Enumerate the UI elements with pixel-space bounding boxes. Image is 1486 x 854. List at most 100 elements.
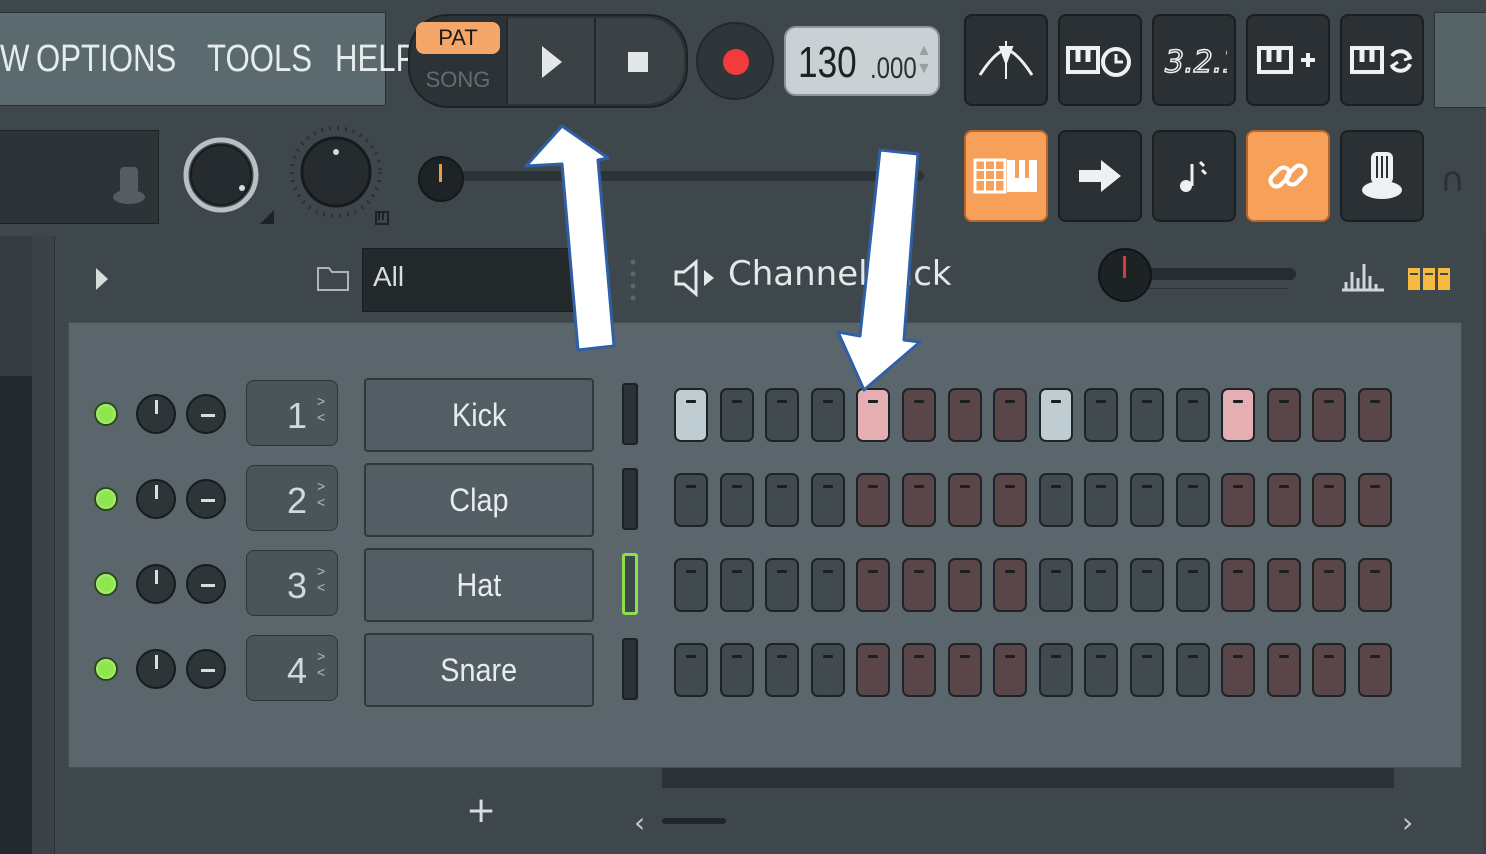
step-button[interactable] (1358, 388, 1392, 442)
step-button[interactable] (1038, 558, 1073, 612)
horizontal-scrollbar-thumb[interactable] (662, 818, 726, 824)
scroll-left-icon[interactable]: ‹ (634, 806, 645, 839)
step-button[interactable] (993, 473, 1028, 527)
step-button[interactable] (1266, 558, 1301, 612)
channel-volume-knob[interactable] (136, 394, 176, 434)
mixer-button[interactable] (1340, 130, 1424, 222)
channel-volume-knob[interactable] (136, 479, 176, 519)
step-button[interactable] (1130, 643, 1164, 697)
step-button[interactable] (993, 558, 1028, 612)
speaker-icon[interactable] (672, 258, 718, 298)
step-button[interactable] (1175, 473, 1210, 527)
step-button[interactable] (1358, 473, 1392, 527)
master-volume-knob[interactable] (182, 136, 274, 224)
step-button[interactable] (1084, 473, 1119, 527)
loop-record-button[interactable] (1340, 14, 1424, 106)
step-button[interactable] (719, 388, 754, 442)
step-button[interactable] (674, 388, 708, 442)
channel-select-indicator[interactable] (622, 638, 638, 700)
step-button[interactable] (1312, 473, 1347, 527)
step-button[interactable] (856, 558, 891, 612)
channel-mute-led[interactable] (94, 657, 118, 681)
typing-keyboard-button[interactable] (964, 130, 1048, 222)
step-button[interactable] (947, 388, 982, 442)
channel-select-indicator[interactable] (622, 468, 638, 530)
rack-menu-arrow-icon[interactable] (96, 268, 108, 290)
menu-help[interactable]: HELP (335, 38, 416, 81)
channel-mixer-track[interactable]: 4 > < (246, 635, 338, 701)
step-button[interactable] (1175, 558, 1210, 612)
step-button[interactable] (765, 388, 800, 442)
channel-mixer-track[interactable]: 2 > < (246, 465, 338, 531)
step-button[interactable] (1084, 388, 1119, 442)
step-button[interactable] (1266, 643, 1301, 697)
step-button[interactable] (856, 388, 891, 442)
blend-notes-button[interactable] (1152, 130, 1236, 222)
menu-view[interactable]: W (0, 38, 29, 81)
song-mode-button[interactable]: SONG (416, 64, 500, 96)
step-button[interactable] (810, 388, 845, 442)
channel-mute-led[interactable] (94, 572, 118, 596)
step-button[interactable] (1038, 388, 1073, 442)
step-button[interactable] (765, 473, 800, 527)
channel-mute-led[interactable] (94, 402, 118, 426)
channel-volume-knob[interactable] (136, 649, 176, 689)
song-position-handle[interactable] (418, 156, 464, 202)
tempo-display[interactable]: 130 .000 ▲ ▼ (784, 26, 940, 96)
step-button[interactable] (810, 558, 845, 612)
channel-name-button[interactable]: Hat (364, 548, 594, 622)
channel-mixer-track[interactable]: 1 > < (246, 380, 338, 446)
step-button[interactable] (993, 643, 1028, 697)
link-button[interactable] (1246, 130, 1330, 222)
channel-select-indicator[interactable] (622, 383, 638, 445)
step-button[interactable] (810, 643, 845, 697)
scroll-right-icon[interactable]: › (1402, 806, 1413, 839)
step-button[interactable] (810, 473, 845, 527)
step-button[interactable] (947, 643, 982, 697)
countdown-button[interactable]: 3.2.1 (1152, 14, 1236, 106)
wait-for-input-button[interactable] (1058, 14, 1142, 106)
step-button[interactable] (1266, 388, 1301, 442)
play-button[interactable] (506, 18, 594, 104)
channel-name-button[interactable]: Clap (364, 463, 594, 537)
tempo-spin-icon[interactable]: ▲ ▼ (916, 42, 932, 78)
channel-volume-knob[interactable] (136, 564, 176, 604)
step-button[interactable] (719, 643, 754, 697)
step-sequencer-view-icon[interactable] (1408, 266, 1452, 292)
overdub-button[interactable] (1058, 130, 1142, 222)
record-button[interactable] (696, 22, 774, 100)
pattern-mode-button[interactable]: PAT (416, 22, 500, 54)
step-button[interactable] (902, 388, 936, 442)
step-button[interactable] (765, 558, 800, 612)
step-button[interactable] (1084, 558, 1119, 612)
step-button[interactable] (1084, 643, 1119, 697)
step-button[interactable] (719, 473, 754, 527)
drag-handle-icon[interactable] (630, 258, 636, 302)
step-button[interactable] (1221, 473, 1256, 527)
channel-name-button[interactable]: Kick (364, 378, 594, 452)
step-button[interactable] (1312, 388, 1347, 442)
magnet-icon[interactable]: ∩ (1440, 160, 1480, 200)
step-button[interactable] (674, 643, 708, 697)
step-button[interactable] (1266, 473, 1301, 527)
step-button[interactable] (856, 473, 891, 527)
step-button[interactable] (1221, 643, 1256, 697)
step-button[interactable] (674, 473, 708, 527)
song-position-track[interactable] (432, 171, 924, 181)
step-button[interactable] (902, 643, 936, 697)
channel-mixer-track[interactable]: 3 > < (246, 550, 338, 616)
step-button[interactable] (765, 643, 800, 697)
step-button[interactable] (1221, 388, 1256, 442)
step-button[interactable] (1221, 558, 1256, 612)
step-button[interactable] (719, 558, 754, 612)
step-edit-button[interactable] (1246, 14, 1330, 106)
stop-button[interactable] (594, 18, 684, 104)
channel-pan-knob[interactable] (186, 394, 226, 434)
menu-tools[interactable]: TOOLS (207, 38, 312, 81)
channel-pan-knob[interactable] (186, 479, 226, 519)
channel-pan-knob[interactable] (186, 564, 226, 604)
step-button[interactable] (1312, 643, 1347, 697)
step-button[interactable] (1358, 643, 1392, 697)
swing-knob[interactable] (1098, 248, 1152, 302)
step-button[interactable] (902, 473, 936, 527)
